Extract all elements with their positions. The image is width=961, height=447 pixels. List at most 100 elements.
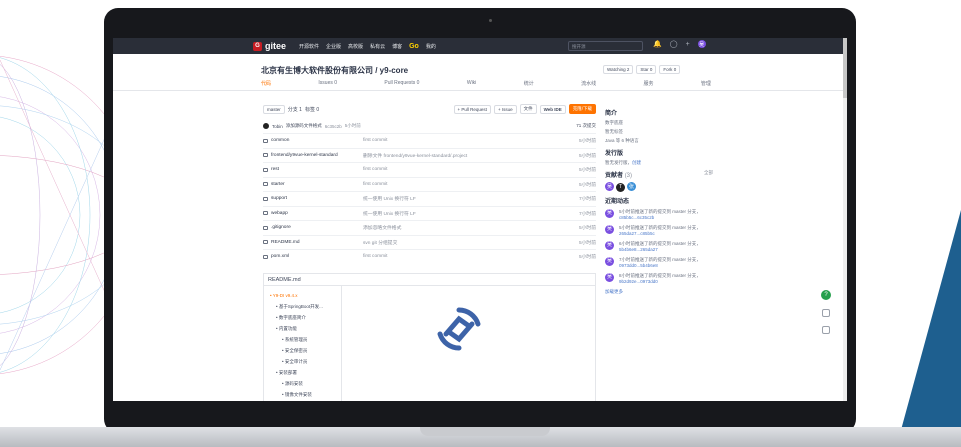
activity-item[interactable]: 吴 7小时前推送了新的提交到 master 分支，0973dd0...5b4b6e… [605,256,713,269]
tags-link[interactable]: 标签 0 [305,106,319,113]
toc-item-label: 安全保密员 [284,348,308,353]
branches-link[interactable]: 分支 1 [288,106,302,113]
toc-item[interactable]: • 安装部署 [270,367,335,378]
scrollbar[interactable] [843,38,847,401]
file-name[interactable]: pom.xml [271,254,289,259]
floating-buttons: ? [821,290,831,334]
laptop-notch [420,427,550,436]
nav-item-go[interactable]: Go [409,43,419,50]
load-more-link[interactable]: 加载更多 [605,289,713,295]
file-name[interactable]: starter [271,182,285,187]
commit-message[interactable]: 添加源码文件格式 [286,123,322,129]
file-commit-msg[interactable]: 删除文件 frontend/y9vue-kernel-standard/.pro… [363,152,566,159]
file-name[interactable]: .gitignore [271,225,291,230]
toc-item[interactable]: • 内置功能 [270,323,335,334]
file-name[interactable]: support [271,196,287,201]
folder-icon [263,196,268,201]
user-avatar[interactable]: 吴 [697,40,706,48]
pull-request-button[interactable]: + Pull Request [453,104,491,114]
branch-select[interactable]: master [263,104,285,114]
clone-download-button[interactable]: 克隆/下载 [568,104,596,114]
file-row[interactable]: support 统一使用 Unix 换行符 LF 7小时前 [263,191,596,206]
activity-commit-range[interactable]: 0973dd0...5b4b6e8 [619,263,658,268]
language-text[interactable]: Java 等 6 种语言 [605,138,713,144]
activity-commit-range[interactable]: 9b2d92e...0973dd0 [619,279,658,284]
file-name[interactable]: README.md [271,240,300,245]
file-row[interactable]: rest first commit 5小时前 [263,162,596,177]
toc-item[interactable]: • 安全审计员 [270,356,335,367]
activity-commit-range[interactable]: 5b4b6e8...265da27 [619,247,658,252]
file-row[interactable]: README.md svn git 分组提交 5小时前 [263,234,596,250]
file-name[interactable]: rest [271,167,279,172]
file-button[interactable]: 文件 [519,104,537,114]
nav-item-edu[interactable]: 高校版 [348,43,363,50]
file-commit-msg[interactable]: first commit [363,254,566,259]
contributor-avatar[interactable]: 吴 [605,182,614,191]
contributors-count: (3) [624,173,633,179]
toc-item[interactable]: • 系统管理员 [270,334,335,345]
file-commit-msg[interactable]: first commit [363,167,566,172]
toc-item[interactable]: • 源码安装 [270,378,335,389]
file-commit-msg[interactable]: svn git 分组提交 [363,239,566,246]
activity-item[interactable]: 吴 8小时前推送了新的提交到 master 分支，9b2d92e...0973dd… [605,272,713,285]
nav-item-enterprise[interactable]: 企业版 [326,43,341,50]
fork-button[interactable]: Fork 0 [659,65,681,74]
toc-item-label: 系统管理员 [284,337,308,342]
file-name[interactable]: common [271,138,289,143]
file-row[interactable]: pom.xml first commit 5小时前 [263,249,596,264]
nav-item-blog[interactable]: 博客 [392,43,402,50]
file-commit-msg[interactable]: 统一使用 Unix 换行符 LF [363,195,566,202]
file-row[interactable]: starter first commit 5小时前 [263,176,596,192]
activity-avatar: 吴 [605,208,614,218]
gitee-logo[interactable]: Ggitee [253,41,286,51]
file-row[interactable]: webapp 统一使用 Unix 换行符 LF 7小时前 [263,205,596,221]
help-icon[interactable]: ? [821,290,831,300]
activity-commit-range[interactable]: c85b5c...6c35c2b [619,215,654,220]
scrollbar-thumb[interactable] [843,38,847,98]
watch-button[interactable]: Watching 2 [603,65,634,74]
toc-item[interactable]: • 基于SpringBoot开发... [270,301,335,312]
file-row[interactable]: .gitignore 添加忽略文件格式 5小时前 [263,220,596,235]
location-icon[interactable]: ◯ [670,40,678,48]
web-ide-button[interactable]: Web IDE [539,104,566,114]
file-name[interactable]: webapp [271,211,288,216]
activity-item[interactable]: 吴 5小时前推送了新的提交到 master 分支，265da27...c85b5c [605,224,713,237]
feedback-icon[interactable] [822,309,830,317]
file-row[interactable]: frontend/y9vue-kernel-standard 删除文件 front… [263,147,596,163]
toc-item[interactable]: • Y9-DI v9.4.x [270,290,335,301]
file-commit-msg[interactable]: first commit [363,138,566,143]
file-commit-msg[interactable]: 统一使用 Unix 换行符 LF [363,210,566,217]
contributors-all-link[interactable]: 全部 [704,170,713,176]
file-commit-msg[interactable]: 添加忽略文件格式 [363,224,566,231]
nav-item-opensource[interactable]: 开源软件 [299,43,319,50]
commit-author[interactable]: Tobin [272,124,283,129]
comment-icon[interactable] [822,326,830,334]
decorative-triangle [901,210,961,430]
star-button[interactable]: Star 0 [636,65,657,74]
bell-icon[interactable]: 🔔 [653,40,662,48]
create-release-link[interactable]: 创建 [632,160,641,165]
file-name[interactable]: frontend/y9vue-kernel-standard [271,153,338,158]
repo-title[interactable]: 北京有生博大软件股份有限公司 / y9-core [261,65,408,76]
issue-button[interactable]: + Issue [493,104,517,114]
commit-count[interactable]: 71 次提交 [576,123,596,129]
toc-item[interactable]: • 镜像文件安装 [270,389,335,400]
file-commit-msg[interactable]: first commit [363,182,566,187]
toc-item[interactable]: • 安全保密员 [270,345,335,356]
nav-item-mine[interactable]: 我的 [426,43,436,50]
contributor-avatar[interactable]: T [616,182,625,192]
activity-text: 6小时前推送了新的提交到 master 分支， [619,240,701,246]
commit-hash[interactable]: 6c35c2b [325,124,342,129]
file-time: 5小时前 [578,182,596,188]
contributor-avatar[interactable]: 张 [627,182,636,191]
activity-item[interactable]: 吴 5小时前推送了新的提交到 master 分支，c85b5c...6c35c2b [605,208,713,221]
activity-item[interactable]: 吴 6小时前推送了新的提交到 master 分支，5b4b6e8...265da2… [605,240,713,253]
file-row[interactable]: common first commit 5小时前 [263,133,596,148]
search-input[interactable]: 搜开源 [568,41,643,51]
nav-item-private[interactable]: 私有云 [370,43,385,50]
toc-item[interactable]: • 数字底座简介 [270,312,335,323]
plus-icon[interactable]: + [686,41,690,48]
release-text: 暂无发行版， [605,160,632,165]
activity-commit-range[interactable]: 265da27...c85b5c [619,231,655,236]
repo-actions: Watching 2 Star 0 Fork 0 [603,65,681,74]
